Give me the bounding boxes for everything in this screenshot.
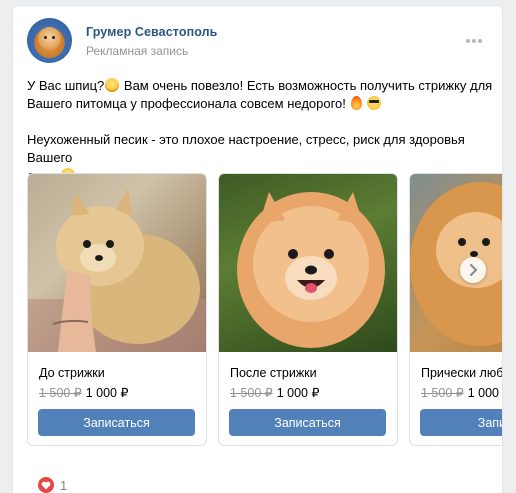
heart-icon	[38, 477, 54, 493]
old-price: 1 500 ₽	[421, 386, 464, 400]
old-price: 1 500 ₽	[230, 386, 273, 400]
fire-icon	[350, 96, 362, 110]
card-price: 1 500 ₽1 000 ₽	[421, 385, 502, 400]
post-text-line1a: У Вас шпиц?	[27, 78, 105, 93]
book-button[interactable]: Записа	[420, 409, 502, 436]
card-price: 1 500 ₽1 000 ₽	[230, 385, 319, 400]
book-button[interactable]: Записаться	[229, 409, 386, 436]
author-avatar[interactable]	[27, 18, 72, 63]
post-text-line2: Вашего питомца у профессионала совсем не…	[27, 96, 346, 111]
flushed-face-icon	[105, 78, 120, 92]
like-button[interactable]: 1	[38, 477, 67, 493]
product-card[interactable]: До стрижки 1 500 ₽1 000 ₽ Записаться	[27, 173, 207, 446]
post-text-line1b: Вам очень повезло! Есть возможность полу…	[120, 78, 493, 93]
pomeranian-styles-photo[interactable]	[410, 174, 502, 352]
pomeranian-before-photo[interactable]	[28, 174, 206, 352]
card-title[interactable]: До стрижки	[39, 366, 105, 380]
post-text: У Вас шпиц? Вам очень повезло! Есть возм…	[27, 77, 497, 185]
card-title[interactable]: После стрижки	[230, 366, 317, 380]
old-price: 1 500 ₽	[39, 386, 82, 400]
pomeranian-after-photo[interactable]	[219, 174, 397, 352]
product-card[interactable]: После стрижки 1 500 ₽1 000 ₽ Записаться	[218, 173, 398, 446]
product-carousel: До стрижки 1 500 ₽1 000 ₽ Записаться Пос…	[27, 173, 502, 453]
card-title[interactable]: Прически любо	[421, 366, 502, 380]
current-price: 1 000 ₽	[85, 386, 129, 400]
post-text-line3: Неухоженный песик - это плохое настроени…	[27, 132, 465, 165]
carousel-next-icon[interactable]	[460, 257, 486, 283]
ad-post: Грумер Севастополь Рекламная запись У Ва…	[12, 5, 503, 493]
book-button[interactable]: Записаться	[38, 409, 195, 436]
card-price: 1 500 ₽1 000 ₽	[39, 385, 128, 400]
current-price: 1 000 ₽	[467, 386, 502, 400]
ad-label: Рекламная запись	[86, 44, 189, 58]
author-name[interactable]: Грумер Севастополь	[86, 25, 217, 39]
more-options-icon[interactable]	[466, 39, 482, 43]
like-count: 1	[60, 477, 68, 493]
sunglasses-face-icon	[367, 96, 382, 110]
product-card[interactable]: Прически любо 1 500 ₽1 000 ₽ Записа	[409, 173, 502, 446]
current-price: 1 000 ₽	[276, 386, 320, 400]
